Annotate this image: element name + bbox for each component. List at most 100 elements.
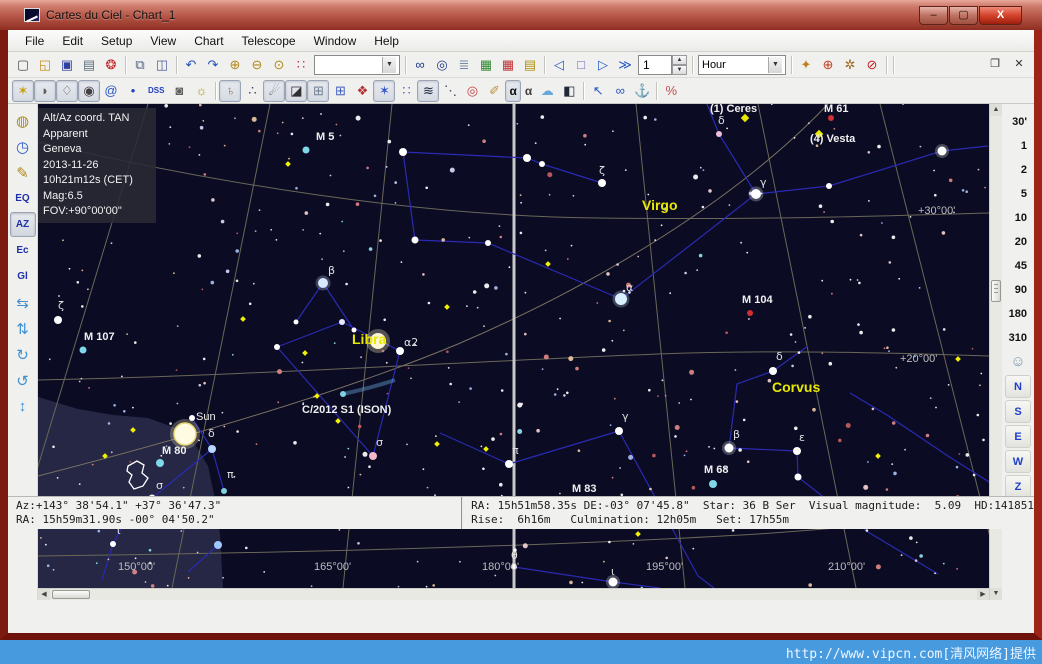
title-bar[interactable]: Cartes du Ciel - Chart_1 – ▢ X	[0, 0, 1042, 30]
time-unit-combo[interactable]: Hour▼	[698, 55, 786, 75]
galaxy-image-button[interactable]: @	[100, 80, 122, 102]
fov-button-20[interactable]: 20	[1002, 230, 1034, 254]
rotate-ccw-button[interactable]: ↺	[10, 368, 36, 393]
show-asteroids-button[interactable]: ∴	[241, 80, 263, 102]
azimuth-grid-button[interactable]: ⊞	[307, 80, 329, 102]
show-stars-button[interactable]: ✶	[12, 80, 34, 102]
time-back-button[interactable]: ◁	[548, 54, 570, 76]
telescope-abort-button[interactable]: ⊘	[861, 54, 883, 76]
save-button[interactable]: ▣	[56, 54, 78, 76]
rotate-cw-button[interactable]: ↻	[10, 342, 36, 367]
scroll-left-icon[interactable]: ◀	[38, 589, 50, 600]
scroll-up-icon[interactable]: ▲	[990, 104, 1002, 116]
flip-vertical-button[interactable]: ⇅	[10, 316, 36, 341]
constellation-bounds-button[interactable]: ∷	[395, 80, 417, 102]
horizontal-scroll-thumb[interactable]	[52, 590, 90, 599]
fov-button-10[interactable]: 10	[1002, 206, 1034, 230]
menu-view[interactable]: View	[141, 31, 185, 51]
menu-setup[interactable]: Setup	[92, 31, 141, 51]
show-comets-button[interactable]: ☄	[263, 80, 285, 102]
equatorial-grid-button[interactable]: ⊞	[329, 80, 351, 102]
menu-telescope[interactable]: Telescope	[233, 31, 305, 51]
time-play-button[interactable]: ▷	[592, 54, 614, 76]
pan-vertical-button[interactable]: ↕	[10, 394, 36, 419]
scroll-down-icon[interactable]: ▼	[990, 588, 1002, 600]
flip-horizontal-button[interactable]: ⇆	[10, 290, 36, 315]
allsky-icon[interactable]: ☺	[1002, 350, 1034, 374]
telescope-config-button[interactable]: ✲	[839, 54, 861, 76]
eq-projection-button[interactable]: EQ	[10, 186, 36, 211]
time-forward-button[interactable]: ≫	[614, 54, 636, 76]
redo-button[interactable]: ↷	[202, 54, 224, 76]
mdi-restore-button[interactable]: ❐	[984, 54, 1006, 76]
chevron-down-icon[interactable]: ▼	[382, 57, 396, 73]
observatory-setup-button[interactable]: ✎	[10, 160, 36, 185]
star-size-button[interactable]: ∷	[290, 54, 312, 76]
object-list-button[interactable]: ≣	[453, 54, 475, 76]
mdi-close-button[interactable]: ✕	[1008, 54, 1030, 76]
undo-button[interactable]: ↶	[180, 54, 202, 76]
background-image-button[interactable]: ◙	[168, 80, 190, 102]
horizontal-scrollbar[interactable]: ◀ ▶	[38, 588, 989, 600]
direction-button-w[interactable]: W	[1005, 450, 1031, 473]
telescope-control-button[interactable]: ✦	[795, 54, 817, 76]
fov-button-180[interactable]: 180	[1002, 302, 1034, 326]
calendar-button[interactable]: ▦	[475, 54, 497, 76]
search-button[interactable]: ∞	[409, 54, 431, 76]
alpha-labels-button[interactable]: α	[505, 80, 520, 102]
milky-way-button[interactable]: ≋	[417, 80, 439, 102]
constellation-lines-button[interactable]: ✶	[373, 80, 395, 102]
ecliptic-projection-button[interactable]: Ec	[10, 238, 36, 263]
galactic-projection-button[interactable]: Gl	[10, 264, 36, 289]
az-projection-button[interactable]: AZ	[10, 212, 36, 237]
open-chart-button[interactable]: ◱	[34, 54, 56, 76]
fov-button-30m[interactable]: 30'	[1002, 110, 1034, 134]
fov-button-1[interactable]: 1	[1002, 134, 1034, 158]
direction-button-n[interactable]: N	[1005, 375, 1031, 398]
new-chart-button[interactable]: ▢	[12, 54, 34, 76]
menu-file[interactable]: File	[16, 31, 53, 51]
copy-chart-button[interactable]: ⧉	[129, 54, 151, 76]
fov-button-90[interactable]: 90	[1002, 278, 1034, 302]
date-setup-button[interactable]: ▦	[497, 54, 519, 76]
dss-button[interactable]: DSS	[144, 80, 168, 102]
direction-button-s[interactable]: S	[1005, 400, 1031, 423]
scroll-right-icon[interactable]: ▶	[977, 589, 989, 600]
zoom-default-button[interactable]: ⊙	[268, 54, 290, 76]
object-search-combo[interactable]: ▼	[314, 55, 400, 75]
close-button[interactable]: X	[979, 6, 1022, 25]
chevron-down-icon[interactable]: ▼	[768, 57, 782, 73]
label-cursor-button[interactable]: α	[521, 80, 536, 102]
twilight-button[interactable]: ◪	[285, 80, 307, 102]
show-lines-button[interactable]: ⋱	[439, 80, 461, 102]
time-step-input[interactable]	[638, 55, 672, 75]
fov-button-45[interactable]: 45	[1002, 254, 1034, 278]
atmosphere-button[interactable]: ☁	[536, 80, 558, 102]
direction-button-z[interactable]: Z	[1005, 475, 1031, 498]
vertical-scroll-thumb[interactable]	[991, 280, 1001, 302]
fov-button-310[interactable]: 310	[1002, 326, 1034, 350]
compass-button[interactable]: ❖	[351, 80, 373, 102]
position-search-button[interactable]: ◎	[431, 54, 453, 76]
show-dark-nebulae-button[interactable]: ◉	[78, 80, 100, 102]
minimize-button[interactable]: –	[919, 6, 948, 25]
show-planets-button[interactable]: ♄	[219, 80, 241, 102]
center-target-button[interactable]: ❂	[100, 54, 122, 76]
fov-button-5[interactable]: 5	[1002, 182, 1034, 206]
zoom-out-button[interactable]: ⊖	[246, 54, 268, 76]
night-vision-button[interactable]: ◧	[558, 80, 580, 102]
sky-brightness-button[interactable]: ☼	[190, 80, 212, 102]
proportional-symbol-button[interactable]: %	[660, 80, 682, 102]
time-step-spinner[interactable]: ▲▼	[672, 55, 687, 75]
eyepiece-button[interactable]: ✐	[483, 80, 505, 102]
zoom-in-button[interactable]: ⊕	[224, 54, 246, 76]
move-label-button[interactable]: ↖	[587, 80, 609, 102]
direction-button-e[interactable]: E	[1005, 425, 1031, 448]
show-circles-button[interactable]: ◎	[461, 80, 483, 102]
split-window-button[interactable]: ◫	[151, 54, 173, 76]
new-window-button[interactable]: ◍	[10, 108, 36, 133]
menu-chart[interactable]: Chart	[185, 31, 232, 51]
link-charts-button[interactable]: ∞	[609, 80, 631, 102]
fov-button-2[interactable]: 2	[1002, 158, 1034, 182]
telescope-goto-button[interactable]: ⊕	[817, 54, 839, 76]
